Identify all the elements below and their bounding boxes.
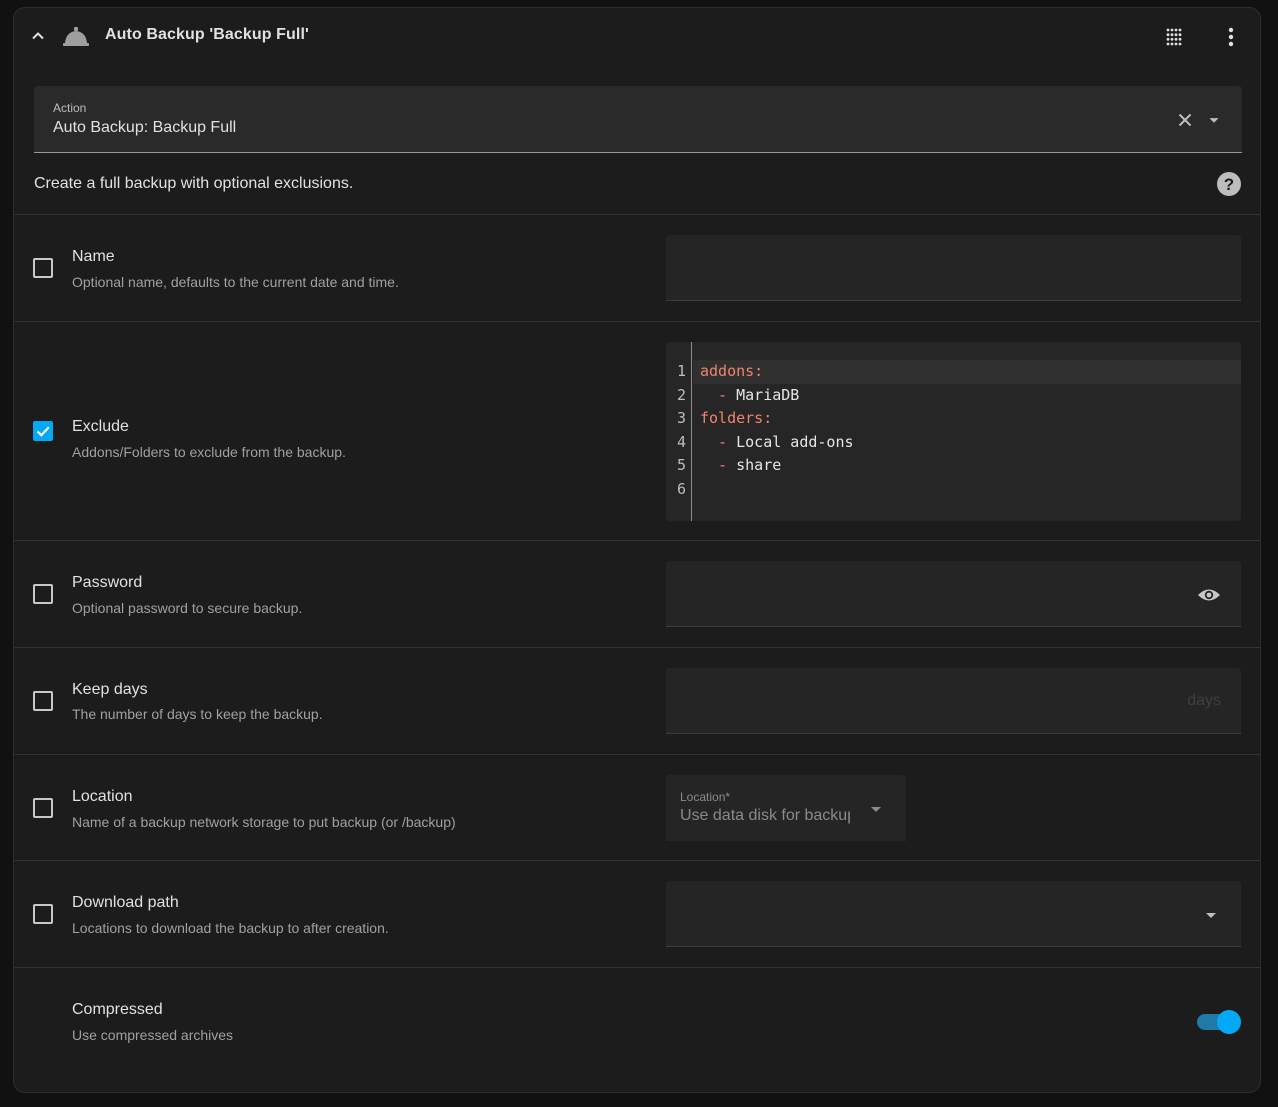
password-input[interactable] — [666, 561, 1241, 627]
exclude-description: Addons/Folders to exclude from the backu… — [72, 444, 346, 460]
code-line: - share — [700, 456, 782, 474]
download-path-select[interactable] — [666, 881, 1241, 947]
code-line: - Local add-ons — [700, 432, 854, 451]
password-description: Optional password to secure backup. — [72, 600, 303, 616]
compressed-description: Use compressed archives — [72, 1027, 234, 1043]
chevron-down-icon[interactable] — [864, 797, 888, 821]
password-checkbox[interactable] — [33, 584, 53, 604]
eye-icon[interactable] — [1197, 583, 1221, 607]
compressed-label: Compressed — [72, 1001, 163, 1018]
name-description: Optional name, defaults to the current d… — [72, 274, 399, 290]
action-card: Auto Backup 'Backup Full' Action Auto Ba… — [13, 7, 1261, 1093]
code-line: folders: — [700, 409, 773, 427]
row-password: Password Optional password to secure bac… — [14, 540, 1260, 647]
check-icon — [36, 426, 50, 437]
line-number: 4 — [676, 432, 686, 451]
action-select-value: Auto Backup: Backup Full — [53, 119, 237, 136]
location-select-value: Use data disk for backup — [680, 807, 850, 824]
code-line: - MariaDB — [700, 385, 800, 404]
line-number: 5 — [676, 456, 686, 474]
exclude-label: Exclude — [72, 418, 129, 435]
name-input[interactable] — [666, 235, 1241, 301]
download-path-checkbox[interactable] — [33, 904, 53, 924]
card-title: Auto Backup 'Backup Full' — [105, 26, 309, 43]
action-select-label: Action — [53, 101, 87, 115]
password-label: Password — [72, 574, 143, 591]
exclude-yaml-editor[interactable]: 1 2 3 4 5 6 addons: - MariaDB folders: -… — [666, 342, 1241, 521]
exclude-checkbox[interactable] — [33, 421, 53, 441]
chevron-up-icon[interactable] — [28, 26, 48, 46]
action-description: Create a full backup with optional exclu… — [34, 175, 354, 192]
keep-days-input[interactable]: days — [666, 668, 1241, 734]
card-header[interactable]: Auto Backup 'Backup Full' — [14, 8, 1260, 66]
line-number: 6 — [676, 479, 686, 498]
location-description: Name of a backup network storage to put … — [72, 814, 456, 830]
line-number: 3 — [676, 409, 686, 427]
keep-days-checkbox[interactable] — [33, 691, 53, 711]
help-icon[interactable]: ? — [1216, 171, 1242, 197]
line-number-gutter: 1 2 3 4 5 6 — [666, 342, 692, 521]
row-name: Name Optional name, defaults to the curr… — [14, 214, 1260, 321]
keep-days-description: The number of days to keep the backup. — [72, 706, 323, 722]
row-exclude: Exclude Addons/Folders to exclude from t… — [14, 321, 1260, 540]
row-location: Location Name of a backup network storag… — [14, 754, 1260, 860]
chevron-down-icon[interactable] — [1203, 109, 1225, 131]
chevron-down-icon[interactable] — [1199, 903, 1223, 927]
drag-grid-icon[interactable] — [1162, 25, 1186, 49]
download-path-label: Download path — [72, 894, 179, 911]
location-select[interactable]: Location* Use data disk for backup — [666, 775, 906, 841]
action-select[interactable]: Action Auto Backup: Backup Full — [34, 86, 1242, 153]
more-vertical-icon[interactable] — [1219, 25, 1243, 49]
row-download-path: Download path Locations to download the … — [14, 860, 1260, 967]
compressed-toggle[interactable] — [1197, 1008, 1242, 1036]
line-number: 2 — [676, 385, 686, 404]
location-label: Location — [72, 788, 133, 805]
line-number: 1 — [676, 362, 686, 380]
name-label: Name — [72, 248, 115, 265]
bell-icon — [63, 27, 89, 46]
name-checkbox[interactable] — [33, 258, 53, 278]
code-line: addons: — [693, 360, 1241, 384]
close-icon[interactable] — [1174, 109, 1196, 131]
keep-days-label: Keep days — [72, 681, 148, 698]
svg-text:?: ? — [1224, 175, 1234, 194]
row-keep-days: Keep days The number of days to keep the… — [14, 647, 1260, 754]
toggle-knob — [1217, 1010, 1241, 1034]
location-checkbox[interactable] — [33, 798, 53, 818]
download-path-description: Locations to download the backup to afte… — [72, 920, 389, 936]
code-lines: addons: - MariaDB folders: - Local add-o… — [693, 342, 1241, 501]
keep-days-suffix: days — [1187, 692, 1221, 709]
location-select-label: Location* — [680, 790, 731, 804]
row-compressed: Compressed Use compressed archives — [14, 967, 1260, 1092]
